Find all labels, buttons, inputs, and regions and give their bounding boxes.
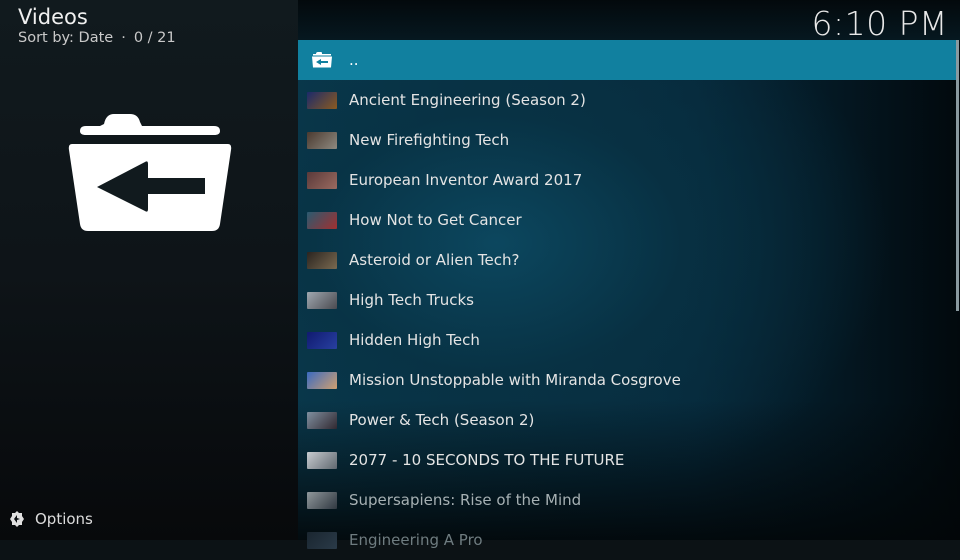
thumbnail-image xyxy=(307,491,337,509)
list-item[interactable]: Hidden High Tech xyxy=(298,320,958,360)
list-item-label: Asteroid or Alien Tech? xyxy=(349,251,520,269)
thumbnail-image xyxy=(307,91,337,109)
thumbnail-image xyxy=(307,331,337,349)
scrollbar[interactable] xyxy=(956,40,959,311)
thumbnail-image xyxy=(307,251,337,269)
list-item-label: Engineering A Pro xyxy=(349,531,483,549)
folder-back-icon xyxy=(68,114,232,231)
thumbnail-image xyxy=(307,411,337,429)
separator: · xyxy=(121,30,126,46)
list-item-label: How Not to Get Cancer xyxy=(349,211,522,229)
file-list: .. Ancient Engineering (Season 2) New Fir… xyxy=(298,40,958,560)
list-item-label: .. xyxy=(349,51,359,69)
list-item[interactable]: High Tech Trucks xyxy=(298,280,958,320)
list-item[interactable]: Engineering A Pro xyxy=(298,520,958,560)
list-item[interactable]: How Not to Get Cancer xyxy=(298,200,958,240)
clock: 6:10 PM xyxy=(811,4,948,43)
list-item[interactable]: 2077 - 10 SECONDS TO THE FUTURE xyxy=(298,440,958,480)
list-item-label: Supersapiens: Rise of the Mind xyxy=(349,491,582,509)
list-item-label: 2077 - 10 SECONDS TO THE FUTURE xyxy=(349,451,625,469)
options-gear-icon xyxy=(10,511,24,527)
list-item[interactable]: Asteroid or Alien Tech? xyxy=(298,240,958,280)
list-item[interactable]: New Firefighting Tech xyxy=(298,120,958,160)
sort-info: Sort by: Date · 0 / 21 xyxy=(18,30,176,46)
list-item-label: Power & Tech (Season 2) xyxy=(349,411,535,429)
thumbnail-image xyxy=(307,211,337,229)
list-item-label: Mission Unstoppable with Miranda Cosgrov… xyxy=(349,371,681,389)
thumbnail-image xyxy=(307,131,337,149)
list-item-label: New Firefighting Tech xyxy=(349,131,510,149)
thumbnail-image xyxy=(307,291,337,309)
page-title: Videos xyxy=(18,5,88,29)
left-pane: Videos Sort by: Date · 0 / 21 Options xyxy=(0,0,298,540)
list-item[interactable]: Power & Tech (Season 2) xyxy=(298,400,958,440)
thumbnail-image xyxy=(307,531,337,549)
list-item-label: Ancient Engineering (Season 2) xyxy=(349,91,586,109)
list-item[interactable]: Supersapiens: Rise of the Mind xyxy=(298,480,958,520)
list-item[interactable]: Ancient Engineering (Season 2) xyxy=(298,80,958,120)
thumbnail-image xyxy=(307,371,337,389)
sort-label[interactable]: Sort by: Date xyxy=(18,30,113,46)
options-label: Options xyxy=(35,510,93,528)
list-item-label: Hidden High Tech xyxy=(349,331,480,349)
folder-back-icon xyxy=(312,52,332,68)
header: Videos Sort by: Date · 0 / 21 xyxy=(18,4,176,46)
thumbnail-image xyxy=(307,451,337,469)
options-button[interactable]: Options xyxy=(8,510,93,528)
list-item-label: European Inventor Award 2017 xyxy=(349,171,583,189)
list-item[interactable]: European Inventor Award 2017 xyxy=(298,160,958,200)
list-item[interactable]: Mission Unstoppable with Miranda Cosgrov… xyxy=(298,360,958,400)
list-item-parent-folder[interactable]: .. xyxy=(298,40,958,80)
list-item-label: High Tech Trucks xyxy=(349,291,474,309)
thumbnail-image xyxy=(307,171,337,189)
position-counter: 0 / 21 xyxy=(133,30,176,46)
